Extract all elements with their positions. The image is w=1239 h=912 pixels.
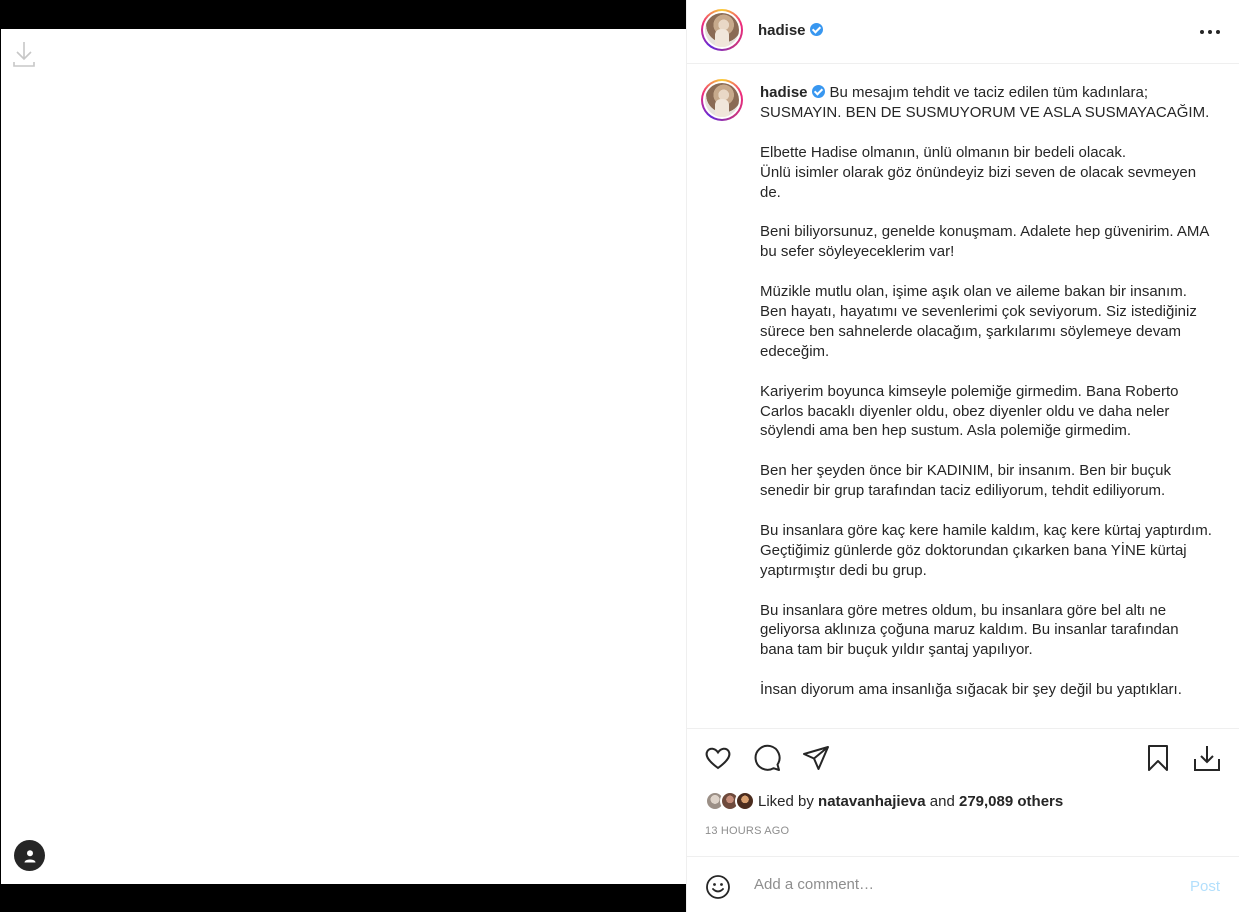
comment-icon[interactable]: [752, 743, 782, 773]
verified-badge-icon: [811, 85, 825, 98]
comment-input[interactable]: [754, 876, 1154, 893]
liked-by-user-link[interactable]: natavanhajieva: [818, 793, 926, 810]
liked-by-and: and: [929, 792, 955, 810]
share-send-icon[interactable]: [801, 743, 831, 773]
liked-by-prefix: Liked by: [758, 792, 814, 810]
media-area: [0, 0, 686, 912]
more-options-button[interactable]: [1198, 20, 1222, 44]
tagged-users-button[interactable]: [14, 840, 45, 871]
post-comment-button[interactable]: Post: [1190, 878, 1220, 895]
more-dot-icon: [1208, 30, 1212, 34]
user-icon: [24, 849, 35, 862]
like-heart-icon[interactable]: [703, 743, 733, 773]
likes-count-link[interactable]: 279,089 others: [959, 793, 1063, 810]
more-dot-icon: [1216, 30, 1220, 34]
liker-avatars[interactable]: [705, 791, 755, 811]
comment-bar: Post: [687, 856, 1239, 912]
verified-badge-icon: [809, 23, 823, 36]
avatar-image: [705, 83, 739, 117]
header-username-link[interactable]: hadise: [758, 22, 823, 39]
username[interactable]: hadise: [758, 22, 806, 39]
save-bookmark-icon[interactable]: [1143, 743, 1173, 773]
caption-area: hadise Bu mesajım tehdit ve taciz edilen …: [687, 65, 1239, 728]
liker-avatar: [735, 791, 755, 811]
caption-username[interactable]: hadise: [760, 84, 808, 101]
post-header: hadise: [687, 0, 1239, 64]
download-icon[interactable]: [1192, 743, 1222, 773]
caption-text: Bu mesajım tehdit ve taciz edilen tüm ka…: [760, 84, 1212, 699]
emoji-icon[interactable]: [705, 874, 731, 900]
caption: hadise Bu mesajım tehdit ve taciz edilen …: [760, 83, 1215, 700]
caption-avatar[interactable]: [701, 79, 743, 121]
more-dot-icon: [1200, 30, 1204, 34]
post-panel: hadise hadise Bu mesajım tehdit ve taciz …: [686, 0, 1239, 912]
post-timestamp[interactable]: 13 HOURS AGO: [705, 825, 789, 837]
avatar[interactable]: [701, 9, 743, 51]
avatar-image: [705, 13, 739, 47]
likes-summary: Liked by natavanhajieva and 279,089 othe…: [705, 790, 1063, 812]
download-icon[interactable]: [12, 40, 36, 68]
action-bar: [687, 728, 1239, 788]
post-image[interactable]: [1, 29, 686, 884]
